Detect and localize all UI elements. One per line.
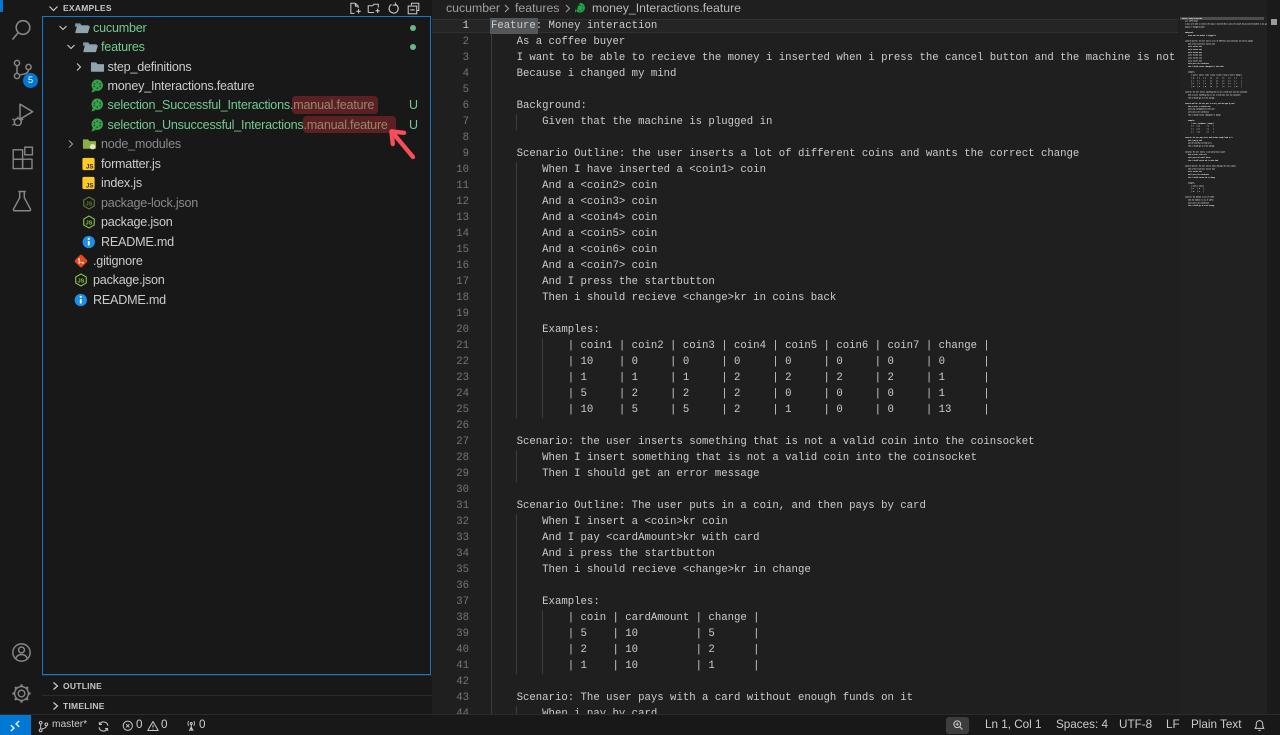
svg-text:JS: JS: [86, 163, 93, 170]
svg-text:JS: JS: [86, 221, 93, 227]
svg-text:JS: JS: [86, 183, 93, 190]
svg-text:JS: JS: [78, 279, 85, 285]
svg-text:JS: JS: [86, 201, 93, 207]
